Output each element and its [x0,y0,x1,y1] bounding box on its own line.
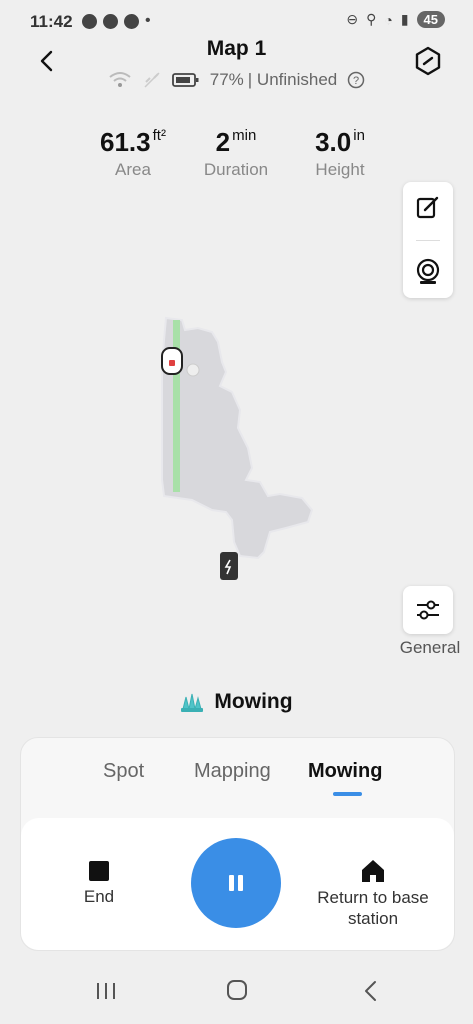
charging-station-icon [220,552,238,580]
duration-label: Duration [203,160,269,179]
lawn-boundary [161,316,314,560]
pause-icon [229,875,243,891]
pause-button[interactable] [191,838,281,928]
map-tools-panel [403,182,453,298]
tab-mowing[interactable]: Mowing [308,760,382,783]
wifi-icon [109,72,131,87]
status-notification-icons: • [82,12,151,30]
w-app-icon [124,13,139,29]
grass-icon [181,693,204,712]
stop-icon[interactable] [89,861,109,881]
status-battery: 45 [416,11,445,28]
signal-icon: ▮ [400,11,409,27]
task-state: | Unfinished [247,70,338,89]
wifi-status-icon: ◔ [384,11,393,28]
mower-icon [161,347,183,375]
home-icon[interactable] [360,858,386,884]
mowed-path [173,320,180,492]
more-notifications-icon: • [145,12,151,29]
camera-icon[interactable] [415,258,441,286]
stat-duration: 2 min Duration [176,127,296,180]
general-label: General [399,638,461,657]
stat-height: 3.0 in Height [280,127,400,180]
lawn-map[interactable] [140,310,340,590]
sliders-icon [417,600,439,620]
page-title: Map 1 [206,37,267,60]
edit-map-icon[interactable] [415,194,441,220]
location-icon: ⚲ [366,11,377,27]
device-settings-icon[interactable] [413,46,443,76]
back-nav-icon[interactable] [360,979,382,1003]
area-unit: ft² [152,127,166,144]
height-unit: in [353,127,365,144]
status-time: 11:42 [30,12,73,31]
active-tab-indicator [333,792,362,796]
messenger-icon [82,13,97,29]
home-nav-icon[interactable] [225,978,249,1002]
tab-spot[interactable]: Spot [103,760,144,783]
mode-label: Mowing [214,690,293,713]
height-label: Height [315,160,365,179]
general-settings-button[interactable] [403,586,453,634]
svg-text:?: ? [353,75,359,87]
obstacle [186,363,200,377]
current-mode: Mowing [0,690,473,714]
end-button-label[interactable]: End [60,887,138,907]
do-not-disturb-icon: ⊖ [346,11,359,27]
device-status-line: 77% | Unfinished ? [0,70,473,90]
return-to-base-button[interactable]: Return to base station [309,887,437,929]
duration-value: 2 [215,127,231,157]
height-value: 3.0 [315,127,352,157]
return-label-line1: Return to base [317,888,429,907]
recents-icon[interactable] [94,980,118,1002]
battery-percent: 77% [209,70,244,89]
help-icon[interactable]: ? [347,71,365,89]
status-system-icons: ⊖ ⚲ ◔ ▮ 45 [346,11,445,28]
panel-divider [416,240,440,241]
link-broken-icon [144,72,160,88]
duration-unit: min [232,127,257,144]
area-value: 61.3 [100,127,151,157]
stat-area: 61.3 ft² Area [73,127,193,180]
tab-mapping[interactable]: Mapping [194,760,271,783]
battery-icon [171,73,199,87]
area-label: Area [115,160,151,179]
return-label-line2: station [347,909,399,928]
heart-app-icon [103,13,118,29]
